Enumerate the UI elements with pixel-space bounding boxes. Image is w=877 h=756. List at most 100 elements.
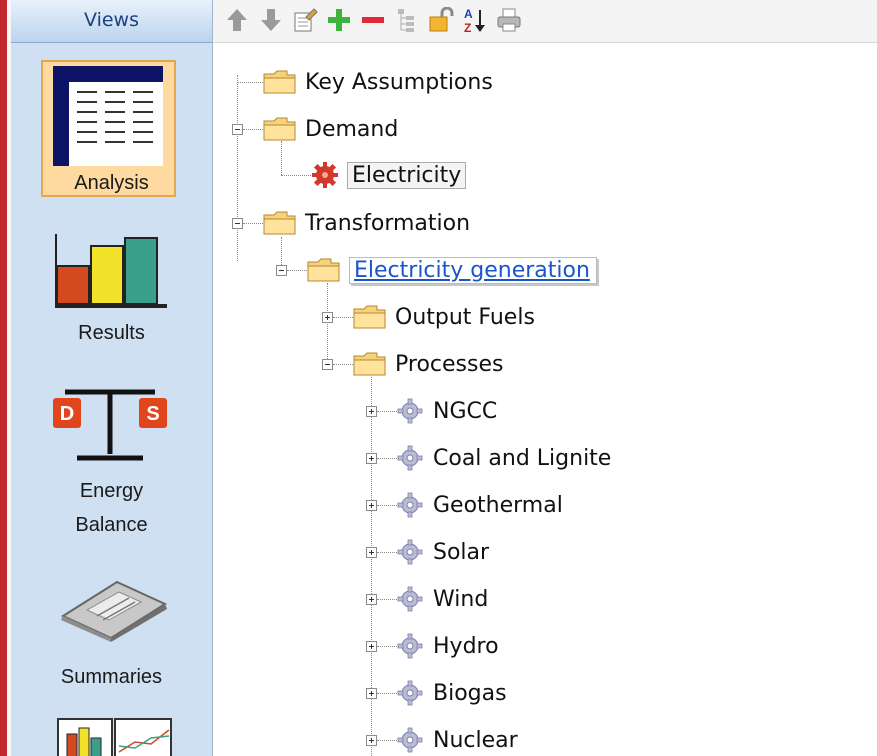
svg-text:S: S <box>146 403 159 425</box>
tree-line <box>377 458 397 459</box>
gear-icon <box>397 445 423 471</box>
tree-line <box>377 411 397 412</box>
node-label: Solar <box>433 539 490 565</box>
tree-line <box>377 505 397 506</box>
view-energy-balance-label-1: Energy <box>79 480 144 502</box>
outline-button[interactable] <box>393 5 421 35</box>
gear-icon <box>397 492 423 518</box>
node-label: Geothermal <box>433 492 563 518</box>
view-summaries-label: Summaries <box>60 666 163 688</box>
tree-node-nuclear[interactable]: Nuclear <box>397 725 518 755</box>
results-icon <box>55 234 167 308</box>
view-energy-balance[interactable]: D S Energy Balance <box>11 380 212 550</box>
delete-icon <box>362 17 384 23</box>
node-label: NGCC <box>433 398 498 424</box>
svg-text:A: A <box>464 7 473 21</box>
tree-node-electricity[interactable]: Electricity <box>311 160 467 190</box>
tree-line <box>327 283 328 365</box>
red-gear-icon <box>312 162 338 188</box>
tree-node-ngcc[interactable]: NGCC <box>397 396 497 426</box>
tree-line <box>371 377 372 756</box>
tree-node-geothermal[interactable]: Geothermal <box>397 490 563 520</box>
tree-line <box>287 270 307 271</box>
tree-line <box>243 129 263 130</box>
delete-button[interactable] <box>359 5 387 35</box>
svg-text:D: D <box>60 403 74 425</box>
lock-button[interactable] <box>427 5 455 35</box>
node-label: Wind <box>433 586 489 612</box>
tree-node-solar[interactable]: Solar <box>397 537 489 567</box>
tree-node-transformation[interactable]: Transformation <box>263 208 470 238</box>
node-label: Output Fuels <box>395 304 535 330</box>
move-up-button[interactable] <box>223 5 251 35</box>
view-results[interactable]: Results <box>11 228 212 358</box>
outline-icon <box>398 9 414 32</box>
node-label: Demand <box>305 116 399 142</box>
process-expand-toggle[interactable] <box>366 735 377 746</box>
node-label: Processes <box>395 351 504 377</box>
views-header[interactable]: Views <box>11 0 212 43</box>
folder-icon <box>353 305 386 329</box>
folder-icon <box>263 70 296 94</box>
electricity-generation-collapse-toggle[interactable] <box>276 265 287 276</box>
tree-node-coal-and-lignite[interactable]: Coal and Lignite <box>397 443 611 473</box>
node-label: Coal and Lignite <box>433 445 612 471</box>
view-summaries[interactable]: Summaries <box>11 576 212 696</box>
tree-node-processes[interactable]: Processes <box>353 349 503 379</box>
gear-icon <box>397 398 423 424</box>
tree-line <box>281 175 311 176</box>
energy-balance-icon: D S <box>53 389 167 461</box>
tree-node-output-fuels[interactable]: Output Fuels <box>353 302 535 332</box>
process-expand-toggle[interactable] <box>366 453 377 464</box>
tree-line <box>237 82 263 83</box>
down-arrow-icon <box>261 9 281 31</box>
add-button[interactable] <box>325 5 353 35</box>
node-label: Electricity generation <box>349 256 597 284</box>
tree-node-wind[interactable]: Wind <box>397 584 488 614</box>
gear-icon <box>397 539 423 565</box>
gear-icon <box>397 680 423 706</box>
view-analysis[interactable]: Analysis <box>11 60 212 200</box>
view-results-label: Results <box>78 322 145 344</box>
tree-view: Key Assumptions Demand Electricity Trans… <box>213 43 877 756</box>
process-expand-toggle[interactable] <box>366 547 377 558</box>
process-expand-toggle[interactable] <box>366 641 377 652</box>
folder-icon <box>263 117 296 141</box>
print-icon <box>497 8 521 32</box>
properties-button[interactable] <box>291 5 319 35</box>
move-down-button[interactable] <box>257 5 285 35</box>
process-expand-toggle[interactable] <box>366 688 377 699</box>
processes-collapse-toggle[interactable] <box>322 359 333 370</box>
add-icon <box>328 9 350 31</box>
gear-icon <box>397 586 423 612</box>
analysis-icon <box>53 66 163 166</box>
tree-node-demand[interactable]: Demand <box>263 114 398 144</box>
sort-button[interactable]: A Z <box>461 5 489 35</box>
process-expand-toggle[interactable] <box>366 406 377 417</box>
demand-collapse-toggle[interactable] <box>232 124 243 135</box>
tree-node-hydro[interactable]: Hydro <box>397 631 499 661</box>
tree-node-key-assumptions[interactable]: Key Assumptions <box>263 67 493 97</box>
tree-node-electricity-generation[interactable]: Electricity generation <box>307 255 597 285</box>
transformation-collapse-toggle[interactable] <box>232 218 243 229</box>
folder-icon <box>307 258 340 282</box>
tree-line <box>243 223 263 224</box>
tree-line <box>333 317 353 318</box>
tree-node-biogas[interactable]: Biogas <box>397 678 507 708</box>
up-arrow-icon <box>227 9 247 31</box>
gear-icon <box>397 727 423 753</box>
process-expand-toggle[interactable] <box>366 500 377 511</box>
node-label: Nuclear <box>433 727 518 753</box>
views-panel: Views Analysis Results D S Energy Balanc… <box>11 0 213 756</box>
svg-text:Z: Z <box>464 21 471 34</box>
tree-toolbar: A Z <box>213 0 877 43</box>
tree-line <box>377 552 397 553</box>
view-analysis-label: Analysis <box>74 172 149 194</box>
view-overviews[interactable] <box>11 716 212 756</box>
process-expand-toggle[interactable] <box>366 594 377 605</box>
summaries-icon <box>60 580 168 642</box>
view-energy-balance-label-2: Balance <box>75 514 148 536</box>
print-button[interactable] <box>495 5 523 35</box>
output-fuels-expand-toggle[interactable] <box>322 312 333 323</box>
overviews-icon <box>57 718 172 756</box>
